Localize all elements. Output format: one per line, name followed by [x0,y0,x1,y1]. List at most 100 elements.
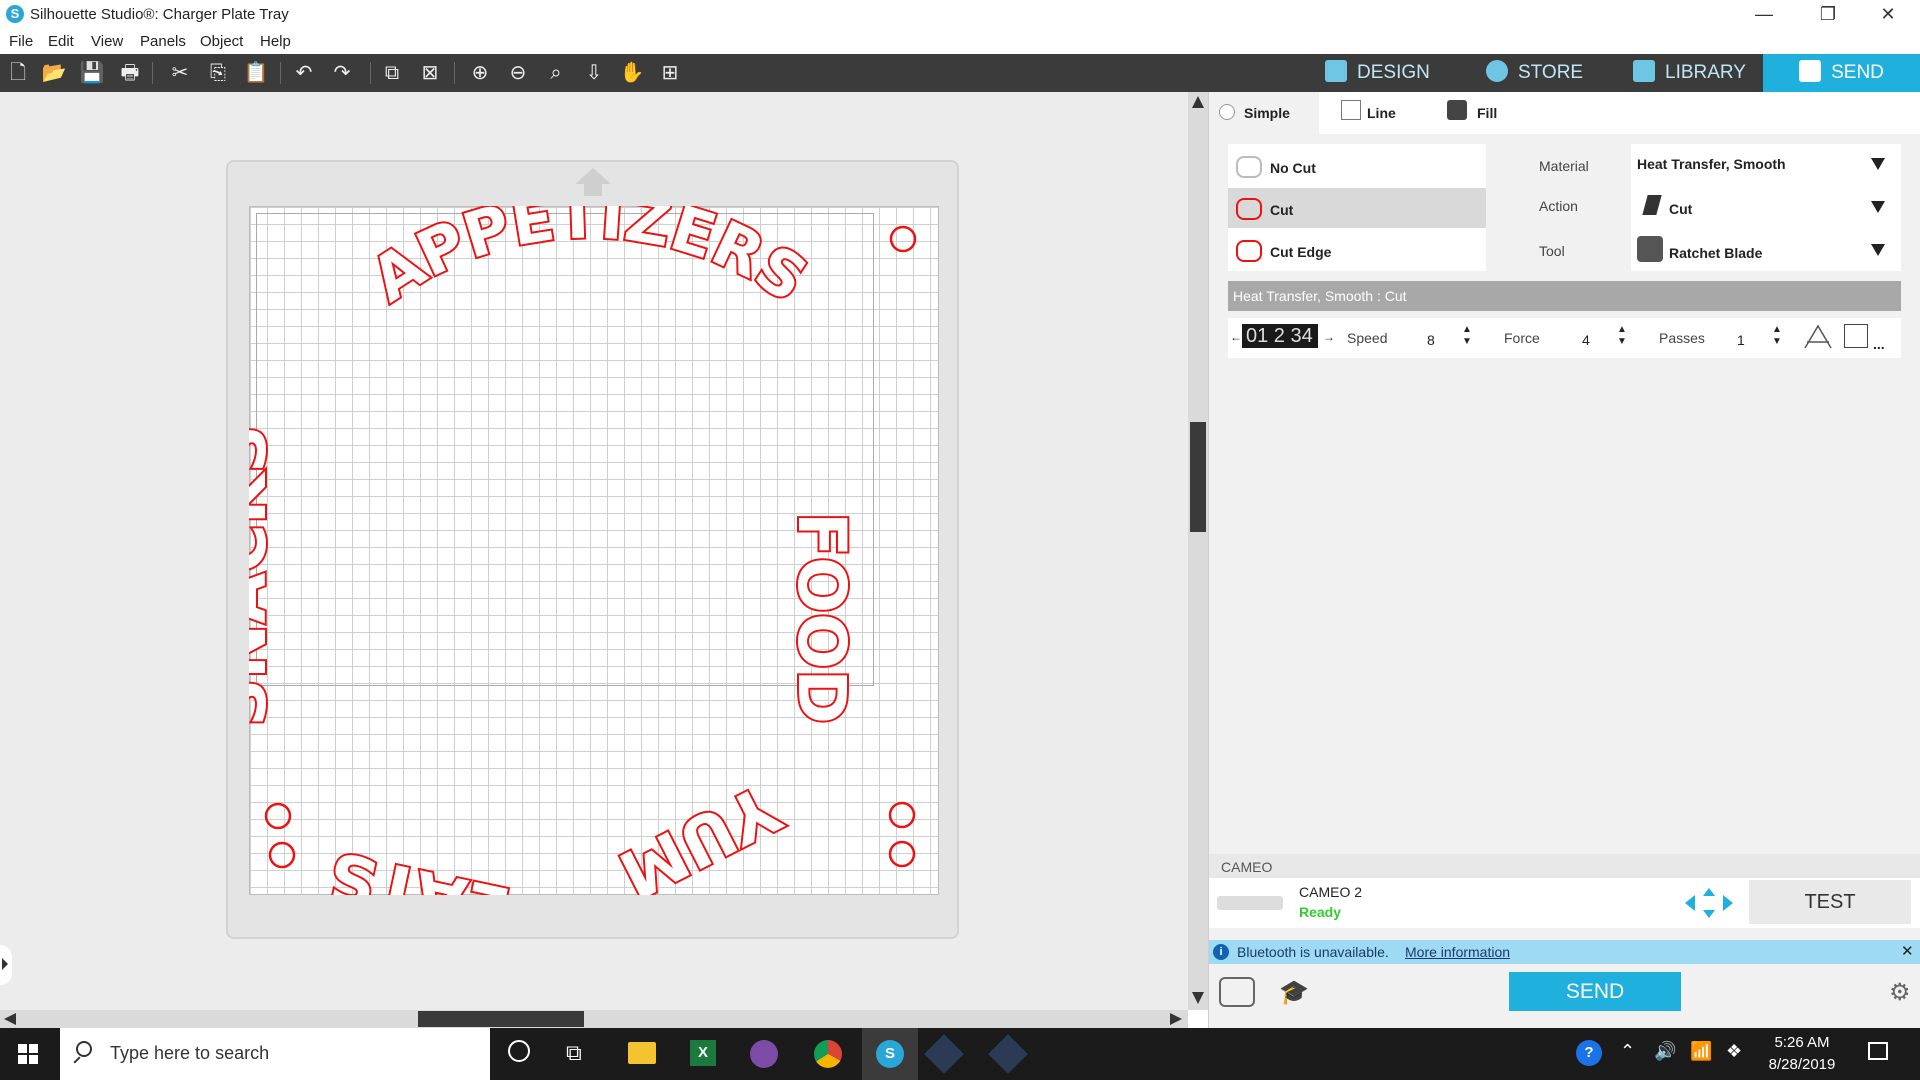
copy-icon[interactable]: ⎘ [204,60,232,86]
open-icon[interactable]: 📂 [40,60,68,86]
menu-view[interactable]: View [91,33,123,50]
decrease-depth-icon[interactable]: ← [1230,330,1242,344]
new-icon[interactable]: 🗋 [4,60,32,86]
device-row[interactable]: CAMEO 2 Ready TEST [1209,878,1920,928]
blade-depth-display[interactable]: 01 2 34 [1242,324,1318,348]
minimize-button[interactable]: — [1736,0,1792,30]
undo-icon[interactable]: ↶ [290,60,318,86]
word-appetizers[interactable]: APPETIZERS [356,206,822,318]
silhouette-taskbar-button[interactable]: S [862,1028,918,1080]
speed-stepper-icon[interactable]: ▲ ▼ [1462,324,1472,348]
save-icon[interactable]: 💾 [78,60,106,86]
tab-design-label: DESIGN [1357,62,1430,83]
tab-fill[interactable]: Fill [1439,92,1539,134]
print-icon[interactable]: 🖶 [116,60,144,86]
word-snacks[interactable]: SNACKS [249,424,283,729]
design-artwork[interactable]: APPETIZERS FOOD SNACKS EATS YUM [249,206,939,895]
cut-label: Cut [1270,202,1294,218]
move-arrows-icon[interactable] [1685,888,1733,918]
material-dropdown[interactable]: Heat Transfer, Smooth [1631,144,1901,184]
test-button[interactable]: TEST [1749,880,1911,924]
zoom-out-icon[interactable]: ⊖ [504,60,532,86]
passes-stepper-icon[interactable]: ▲ ▼ [1772,324,1782,348]
tab-library[interactable]: LIBRARY [1633,54,1746,92]
tool-dropdown[interactable]: Ratchet Blade [1631,230,1901,270]
vertical-scroll-thumb[interactable] [1190,422,1206,532]
more-information-link[interactable]: More information [1405,944,1510,960]
send-button[interactable]: SEND [1509,972,1681,1011]
scroll-left-icon[interactable] [4,1013,16,1025]
redo-icon[interactable]: ↷ [328,60,356,86]
speed-label: Speed [1347,330,1388,346]
viber-icon[interactable] [750,1040,778,1068]
word-food[interactable]: FOOD [781,510,862,726]
ungroup-icon[interactable]: ⊠ [416,60,444,86]
word-yum[interactable]: YUM [605,766,794,895]
dropbox-icon[interactable]: ❖ [1726,1041,1742,1062]
app-icon[interactable] [988,1034,1028,1074]
zoom-fit-icon[interactable]: ⌕ [542,60,570,86]
no-cut-icon [1236,156,1262,178]
menu-file[interactable]: File [9,33,33,50]
close-button[interactable]: ✕ [1860,0,1916,30]
vertical-scrollbar[interactable] [1188,92,1208,1010]
volume-icon[interactable]: 🔊 [1654,1041,1676,1062]
clock-date[interactable]: 8/28/2019 [1764,1056,1840,1073]
file-explorer-icon[interactable] [628,1042,656,1064]
pan-down-icon[interactable]: ⇩ [580,60,608,86]
app-icon[interactable] [924,1034,964,1074]
network-icon[interactable]: 📶 [1690,1041,1712,1062]
cut-icon[interactable]: ✂ [166,60,194,86]
horizontal-scroll-thumb[interactable] [418,1011,584,1027]
tab-design[interactable]: DESIGN [1325,54,1430,92]
paste-icon[interactable]: 📋 [242,60,270,86]
close-info-icon[interactable]: ✕ [1901,942,1914,960]
corner-option-icon[interactable] [1844,324,1868,348]
settings-gear-icon[interactable]: ⚙ [1889,978,1911,1007]
tab-store[interactable]: STORE [1486,54,1583,92]
more-options[interactable]: ... [1873,336,1885,352]
zoom-in-icon[interactable]: ⊕ [466,60,494,86]
menu-edit[interactable]: Edit [48,33,74,50]
cutter-icon [1799,60,1822,82]
clock-time[interactable]: 5:26 AM [1764,1034,1840,1051]
tab-send[interactable]: SEND [1763,54,1920,92]
excel-icon[interactable]: X [690,1040,716,1066]
cut-style-cut[interactable]: Cut [1228,188,1486,228]
tab-line[interactable]: Line [1329,92,1429,134]
action-dropdown[interactable]: Cut [1631,187,1901,227]
cortana-icon[interactable] [508,1040,530,1062]
word-eats[interactable]: EATS [320,834,520,895]
group-icon[interactable]: ⧉ [378,60,406,86]
line-segment-overcut-icon[interactable] [1803,322,1833,350]
menu-panels[interactable]: Panels [140,33,186,50]
increase-depth-icon[interactable]: → [1323,330,1335,344]
windows-start-icon[interactable] [18,1044,38,1064]
device-status: Ready [1299,904,1342,920]
force-stepper-icon[interactable]: ▲ ▼ [1617,324,1627,348]
show-hidden-icons-icon[interactable]: ⌃ [1620,1041,1635,1062]
chrome-icon[interactable] [814,1040,842,1068]
hand-icon[interactable]: ✋ [618,60,646,86]
menu-help[interactable]: Help [260,33,291,50]
task-view-icon[interactable]: ⧉ [566,1040,582,1066]
restore-button[interactable]: ❐ [1800,0,1856,30]
job-queue-icon[interactable] [1219,977,1255,1007]
speed-value[interactable]: 8 [1427,332,1435,348]
tab-simple[interactable]: Simple [1209,92,1319,134]
tab-library-label: LIBRARY [1665,62,1746,83]
scroll-up-icon[interactable] [1192,96,1204,108]
passes-value[interactable]: 1 [1737,332,1745,348]
tutorial-icon[interactable]: 🎓 [1279,978,1309,1007]
cut-style-cut-edge[interactable]: Cut Edge [1228,230,1486,270]
help-tray-icon[interactable]: ? [1576,1040,1602,1066]
zoom-area-icon[interactable]: ⊞ [656,60,684,86]
horizontal-scrollbar[interactable] [0,1010,1188,1028]
taskbar-search-box[interactable]: Type here to search [60,1028,490,1080]
menu-object[interactable]: Object [200,33,243,50]
scroll-right-icon[interactable] [1170,1013,1182,1025]
scroll-down-icon[interactable] [1192,992,1204,1004]
cut-style-no-cut[interactable]: No Cut [1228,146,1486,186]
notifications-icon[interactable] [1868,1042,1888,1060]
force-value[interactable]: 4 [1582,332,1590,348]
